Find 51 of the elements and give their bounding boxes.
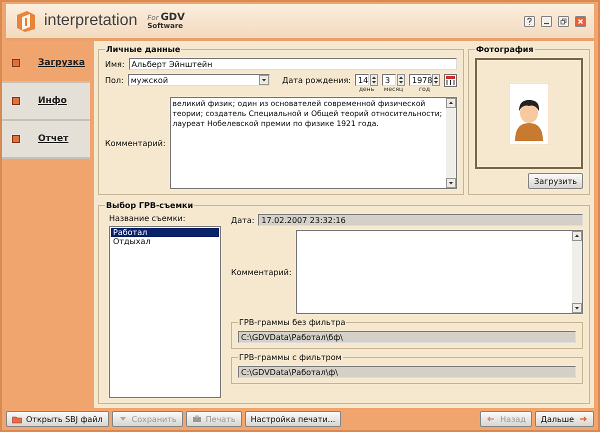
square-icon (12, 97, 20, 105)
sidebar-item[interactable]: Отчет (2, 121, 90, 159)
app-logo: interpretation (44, 12, 138, 30)
calendar-icon (444, 74, 457, 87)
field-label: Комментарий: (231, 268, 292, 276)
section-title: Фотография (475, 45, 535, 54)
scroll-down-icon (572, 303, 582, 313)
sidebar-item[interactable]: Инфо (2, 83, 90, 121)
scroll-up-icon (446, 98, 456, 108)
toolbar-button[interactable]: Настройка печати... (244, 411, 342, 427)
list-item[interactable]: Отдыхал (111, 237, 219, 246)
name-field[interactable]: Альберт Эйнштейн (128, 58, 457, 70)
restore-icon[interactable] (558, 16, 569, 26)
path-field[interactable]: C:\GDVData\Работал\ф\ (238, 366, 576, 378)
scroll-down-icon (446, 178, 456, 188)
path-field[interactable]: C:\GDVData\Работал\бф\ (238, 331, 576, 343)
help-icon[interactable] (524, 16, 535, 26)
section-title: ГРВ-граммы без фильтра (238, 318, 346, 327)
brand-name: GDV (160, 12, 185, 22)
square-icon (12, 59, 20, 67)
spin-icon (432, 74, 440, 86)
scroll-up-icon (572, 231, 582, 241)
date-field[interactable]: 14 (355, 74, 369, 86)
square-icon (12, 135, 20, 143)
field-label: Дата: (231, 216, 254, 224)
printer-icon (192, 414, 202, 424)
date-field[interactable]: 3 (382, 74, 396, 86)
left-arrow-icon (486, 414, 496, 424)
date-field[interactable]: 1978 (409, 74, 431, 86)
field-label: Название съемки: (109, 214, 186, 223)
section-title: ГРВ-граммы с фильтром (238, 353, 343, 362)
field-label: Комментарий: (105, 138, 166, 148)
list-item[interactable]: Работал (111, 228, 219, 237)
section-title: Выбор ГРВ-съемки (105, 201, 194, 210)
upload-button[interactable]: Загрузить (528, 173, 583, 189)
right-arrow-icon (578, 414, 588, 424)
minimize-icon[interactable] (541, 16, 552, 26)
spin-icon (397, 74, 405, 86)
spin-icon (370, 74, 378, 86)
gender-dropdown[interactable]: мужской (128, 74, 270, 86)
field-label: Имя: (105, 60, 125, 68)
date-field[interactable]: 17.02.2007 23:32:16 (258, 214, 583, 226)
toolbar-button[interactable]: Дальше (534, 411, 594, 427)
person-avatar-icon (509, 82, 549, 144)
close-icon[interactable] (575, 16, 586, 26)
toolbar-button[interactable]: Открыть SBJ файл (6, 411, 109, 427)
field-label: Пол: (105, 76, 124, 85)
section-title: Личные данные (105, 45, 182, 54)
folder-icon (12, 414, 22, 424)
comment-field[interactable] (296, 230, 583, 314)
field-label: Дата рождения: (282, 76, 351, 85)
